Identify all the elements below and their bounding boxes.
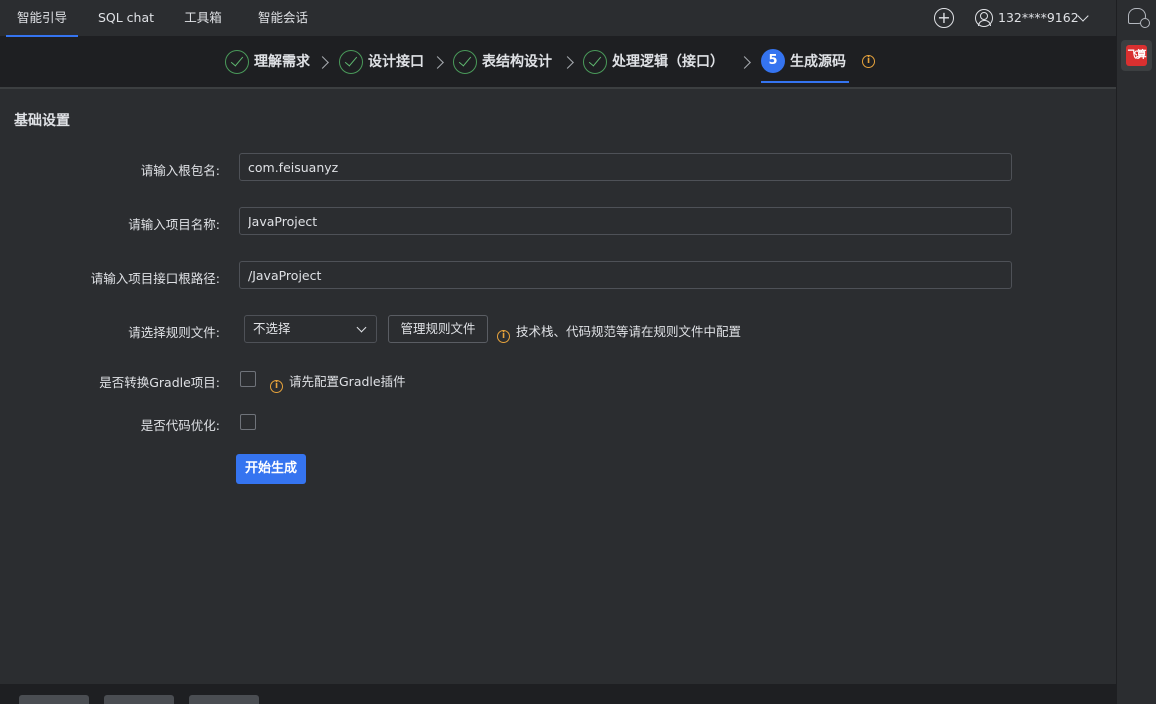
rules-hint-text: 技术栈、代码规范等请在规则文件中配置 xyxy=(516,324,742,339)
plus-circle-icon[interactable]: + xyxy=(934,8,954,28)
chevron-right-icon xyxy=(431,56,444,69)
right-tool-strip: 飞算 xyxy=(1116,0,1156,704)
api-root-path-input[interactable] xyxy=(239,261,1012,289)
steps-bar: 理解需求 设计接口 表结构设计 处理逻辑（接口） 5 生成源码 i xyxy=(0,37,1116,89)
project-name-label: 请输入项目名称: xyxy=(128,217,220,232)
api-root-path-label: 请输入项目接口根路径: xyxy=(90,271,220,286)
rules-file-select[interactable]: 不选择 xyxy=(244,315,377,343)
user-name[interactable]: 132****9162 xyxy=(998,0,1079,36)
manage-rules-button[interactable]: 管理规则文件 xyxy=(388,315,488,343)
step-table-design[interactable]: 表结构设计 xyxy=(482,37,552,87)
start-generate-button[interactable]: 开始生成 xyxy=(236,454,306,484)
tab-smart-chat[interactable]: 智能会话 xyxy=(247,0,319,37)
gradle-label: 是否转换Gradle项目: xyxy=(99,375,220,390)
rules-file-selected-value: 不选择 xyxy=(253,321,291,336)
rules-hint: i 技术栈、代码规范等请在规则文件中配置 xyxy=(497,321,741,343)
gradle-hint-text: 请先配置Gradle插件 xyxy=(289,374,406,389)
chevron-right-icon xyxy=(316,56,329,69)
root-package-label: 请输入根包名: xyxy=(140,163,220,178)
step-design-api[interactable]: 设计接口 xyxy=(368,37,424,87)
info-icon: i xyxy=(270,380,283,393)
tab-toolbox[interactable]: 工具箱 xyxy=(173,0,233,37)
chevron-right-icon xyxy=(561,56,574,69)
active-step-indicator xyxy=(761,81,849,83)
gradle-hint: i 请先配置Gradle插件 xyxy=(270,371,406,393)
root-package-input[interactable] xyxy=(239,153,1012,181)
chevron-down-icon[interactable] xyxy=(1077,10,1089,22)
project-name-input[interactable] xyxy=(239,207,1012,235)
step-understand-requirements[interactable]: 理解需求 xyxy=(254,37,310,87)
check-circle-icon xyxy=(225,50,249,74)
check-circle-icon xyxy=(339,50,363,74)
bottom-button[interactable] xyxy=(189,695,259,704)
app-window: 智能引导 SQL chat 工具箱 智能会话 + 132****9162 飞算 … xyxy=(0,0,1156,704)
bottom-action-bar xyxy=(0,684,1116,704)
gradle-checkbox[interactable] xyxy=(240,371,256,387)
bottom-button[interactable] xyxy=(104,695,174,704)
step-generate-source[interactable]: 生成源码 xyxy=(790,37,846,87)
plugin-app-button[interactable]: 飞算 xyxy=(1121,40,1152,71)
chat-search-icon[interactable] xyxy=(1128,8,1150,28)
chevron-down-icon xyxy=(356,322,367,333)
settings-form: 基础设置 请输入根包名: 请输入项目名称: 请输入项目接口根路径: 请选择规则文… xyxy=(0,90,1116,684)
tab-smart-guide[interactable]: 智能引导 xyxy=(6,0,78,37)
app-logo: 飞算 xyxy=(1126,45,1147,66)
info-icon[interactable]: i xyxy=(862,55,875,68)
chevron-right-icon xyxy=(738,56,751,69)
check-circle-icon xyxy=(583,50,607,74)
section-title: 基础设置 xyxy=(14,113,70,129)
step-processing-logic[interactable]: 处理逻辑（接口） xyxy=(612,37,724,87)
user-icon[interactable] xyxy=(975,9,993,27)
step-number-badge: 5 xyxy=(761,49,785,73)
rules-file-label: 请选择规则文件: xyxy=(128,325,220,340)
top-tab-bar: 智能引导 SQL chat 工具箱 智能会话 + 132****9162 xyxy=(0,0,1116,37)
info-icon: i xyxy=(497,330,510,343)
code-optimize-checkbox[interactable] xyxy=(240,414,256,430)
code-optimize-label: 是否代码优化: xyxy=(140,418,220,433)
check-circle-icon xyxy=(453,50,477,74)
bottom-button[interactable] xyxy=(19,695,89,704)
tab-sql-chat[interactable]: SQL chat xyxy=(90,0,162,37)
